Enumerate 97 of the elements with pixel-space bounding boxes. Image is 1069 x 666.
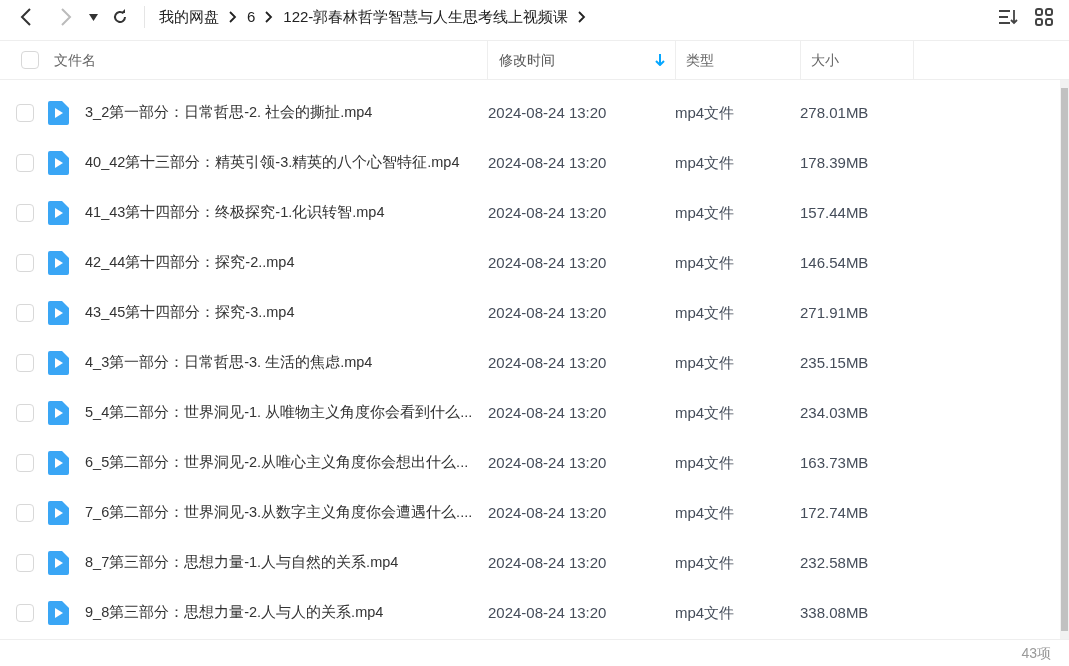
checkbox[interactable] [16,454,34,472]
file-type: mp4文件 [675,202,736,223]
file-size: 338.08MB [800,602,869,623]
caret-icon[interactable] [89,13,98,21]
modified-time: 2024-08-24 13:20 [488,552,608,573]
modified-time: 2024-08-24 13:20 [488,402,608,423]
checkbox[interactable] [16,604,34,622]
checkbox[interactable] [16,304,34,322]
scrollbar[interactable] [1060,80,1069,639]
modified-time: 2024-08-24 13:20 [488,502,608,523]
checkbox[interactable] [16,104,34,122]
chevron-icon [229,11,237,23]
modified-time: 2024-08-24 13:20 [488,452,608,473]
modified-time: 2024-08-24 13:20 [488,202,608,223]
forward-icon[interactable] [59,7,73,27]
file-row[interactable]: 5_4第二部分：世界洞见-1. 从唯物主义角度你会看到什么... 2024-08-24 13:20 mp4文件 234.03MB [0,388,1060,438]
file-type: mp4文件 [675,252,736,273]
chevron-icon [265,11,274,23]
modified-time: 2024-08-24 13:20 [488,352,608,373]
breadcrumb-link[interactable]: 6 [247,5,256,29]
video-file-icon [48,551,69,575]
file-name[interactable]: 8_7第三部分：思想力量-1.人与自然的关系.mp4 [85,552,488,574]
file-row[interactable]: 41_43第十四部分：终极探究-1.化识转智.mp4 2024-08-24 13:20 mp4文件 157.44MB [0,188,1060,238]
file-size: 163.73MB [800,452,869,473]
file-size: 146.54MB [800,252,869,273]
modified-time: 2024-08-24 13:20 [488,602,608,623]
file-type: mp4文件 [675,452,736,473]
file-size: 271.91MB [800,302,869,323]
file-row[interactable]: 3_2第一部分：日常哲思-2. 社会的撕扯.mp4 2024-08-24 13:20 mp4文件 278.01MB [0,88,1060,138]
file-type: mp4文件 [675,152,736,173]
file-name[interactable]: 43_45第十四部分：探究-3..mp4 [85,302,488,324]
breadcrumb-link[interactable]: 我的网盘 [159,5,219,29]
file-size: 278.01MB [800,102,869,123]
file-name[interactable]: 5_4第二部分：世界洞见-1. 从唯物主义角度你会看到什么... [85,402,488,424]
modified-time: 2024-08-24 13:20 [488,302,608,323]
file-row[interactable]: 6_5第二部分：世界洞见-2.从唯心主义角度你会想出什么... 2024-08-24 13:20 mp4文件 163.73MB [0,438,1060,488]
file-name[interactable]: 3_2第一部分：日常哲思-2. 社会的撕扯.mp4 [85,102,488,124]
modified-time: 2024-08-24 13:20 [488,152,608,173]
file-type: mp4文件 [675,102,736,123]
file-name[interactable]: 40_42第十三部分：精英引领-3.精英的八个心智特征.mp4 [85,152,488,174]
file-row[interactable]: 8_7第三部分：思想力量-1.人与自然的关系.mp4 2024-08-24 13:20 mp4文件 232.58MB [0,538,1060,588]
file-type: mp4文件 [675,502,736,523]
checkbox[interactable] [16,254,34,272]
video-file-icon [48,501,69,525]
file-type: mp4文件 [675,552,736,573]
checkbox[interactable] [16,354,34,372]
video-file-icon [48,201,69,225]
file-type: mp4文件 [675,402,736,423]
chevron-icon [578,11,587,23]
video-file-icon [48,401,69,425]
file-row[interactable]: 42_44第十四部分：探究-2..mp4 2024-08-24 13:20 mp4文件 146.54MB [0,238,1060,288]
file-row[interactable]: 4_3第一部分：日常哲思-3. 生活的焦虑.mp4 2024-08-24 13:20 mp4文件 235.15MB [0,338,1060,388]
checkbox[interactable] [16,154,34,172]
video-file-icon [48,151,69,175]
column-header[interactable]: 大小 [811,49,839,71]
breadcrumb-link[interactable]: 122-郭春林哲学智慧与人生思考线上视频课 [283,5,569,29]
column-header[interactable]: 文件名 [54,49,96,71]
grid-view-icon[interactable] [1035,8,1053,26]
column-header[interactable]: 修改时间 [499,49,555,71]
file-type: mp4文件 [675,302,736,323]
file-name[interactable]: 9_8第三部分：思想力量-2.人与人的关系.mp4 [85,602,488,624]
column-header[interactable]: 类型 [686,49,714,71]
file-size: 234.03MB [800,402,869,423]
file-size: 235.15MB [800,352,869,373]
file-row[interactable]: 7_6第二部分：世界洞见-3.从数字主义角度你会遭遇什么.... 2024-08-24 13:20 mp4文件 172.74MB [0,488,1060,538]
checkbox[interactable] [16,204,34,222]
modified-time: 2024-08-24 13:20 [488,102,608,123]
file-row[interactable]: 9_8第三部分：思想力量-2.人与人的关系.mp4 2024-08-24 13:20 mp4文件 338.08MB [0,588,1060,638]
file-size: 157.44MB [800,202,869,223]
video-file-icon [48,451,69,475]
video-file-icon [48,101,69,125]
back-icon[interactable] [19,7,33,27]
file-type: mp4文件 [675,352,736,373]
file-size: 178.39MB [800,152,869,173]
file-size: 232.58MB [800,552,869,573]
modified-time: 2024-08-24 13:20 [488,252,608,273]
checkbox[interactable] [16,504,34,522]
video-file-icon [48,251,69,275]
file-name[interactable]: 41_43第十四部分：终极探究-1.化识转智.mp4 [85,202,488,224]
file-row[interactable]: 43_45第十四部分：探究-3..mp4 2024-08-24 13:20 mp4文件 271.91MB [0,288,1060,338]
checkbox[interactable] [21,51,39,69]
file-row[interactable]: 40_42第十三部分：精英引领-3.精英的八个心智特征.mp4 2024-08-24 13:20 mp4文件 178.39MB [0,138,1060,188]
file-name[interactable]: 42_44第十四部分：探究-2..mp4 [85,252,488,274]
file-type: mp4文件 [675,602,736,623]
checkbox[interactable] [16,554,34,572]
file-name[interactable]: 7_6第二部分：世界洞见-3.从数字主义角度你会遭遇什么.... [85,502,488,524]
video-file-icon [48,301,69,325]
sort-icon[interactable] [998,9,1018,25]
file-size: 172.74MB [800,502,869,523]
sort-arrow-icon [655,54,665,66]
video-file-icon [48,351,69,375]
item-count: 43项 [1021,643,1051,663]
file-name[interactable]: 4_3第一部分：日常哲思-3. 生活的焦虑.mp4 [85,352,488,374]
video-file-icon [48,601,69,625]
refresh-icon[interactable] [112,9,128,25]
file-name[interactable]: 6_5第二部分：世界洞见-2.从唯心主义角度你会想出什么... [85,452,488,474]
checkbox[interactable] [16,404,34,422]
